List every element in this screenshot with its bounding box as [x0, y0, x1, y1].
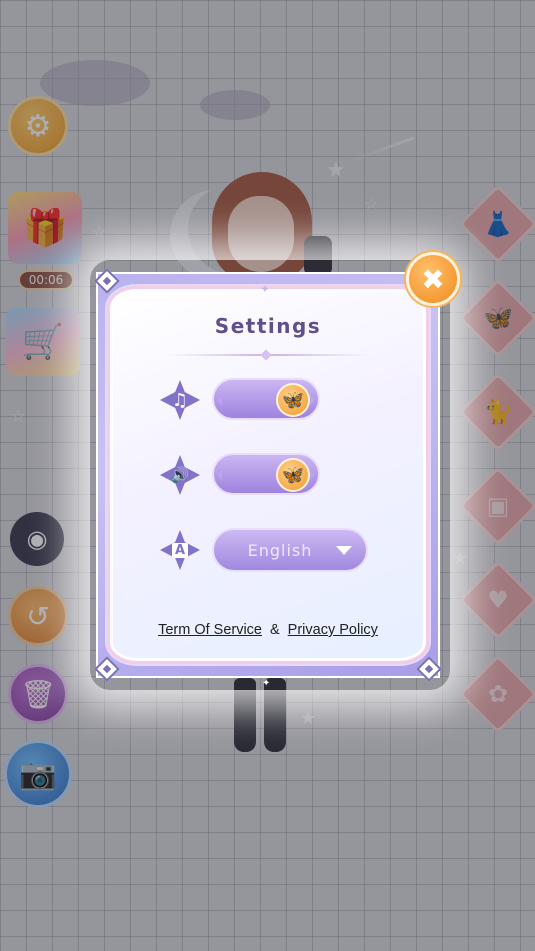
language-setting-icon: A — [160, 530, 200, 570]
language-icon: A — [171, 542, 189, 558]
legal-links: Term Of Service & Privacy Policy — [107, 622, 429, 638]
chevron-down-icon — [336, 545, 352, 555]
language-select-value: English — [247, 540, 313, 560]
sound-setting-icon: 🔊 — [160, 455, 200, 495]
butterfly-icon: 🦋 — [281, 389, 305, 411]
sound-toggle[interactable]: 🦋 — [212, 453, 320, 495]
butterfly-icon: 🦋 — [281, 464, 305, 486]
links-separator: & — [270, 622, 280, 638]
privacy-policy-link[interactable]: Privacy Policy — [288, 622, 378, 638]
language-select[interactable]: English — [212, 528, 368, 572]
music-toggle[interactable]: 🦋 — [212, 378, 320, 420]
ornament-star-icon: ✦ — [260, 282, 271, 296]
music-setting-icon: ♫ — [160, 380, 200, 420]
speaker-icon: 🔊 — [170, 466, 190, 484]
music-toggle-knob[interactable]: 🦋 — [276, 383, 310, 417]
ornament-star-icon: ✦ — [262, 678, 271, 689]
dialog-title: Settings — [214, 314, 322, 338]
sound-toggle-knob[interactable]: 🦋 — [276, 458, 310, 492]
close-button[interactable]: ✖ — [406, 252, 460, 306]
close-icon: ✖ — [421, 262, 445, 296]
music-icon: ♫ — [171, 389, 189, 411]
terms-of-service-link[interactable]: Term Of Service — [158, 622, 262, 638]
